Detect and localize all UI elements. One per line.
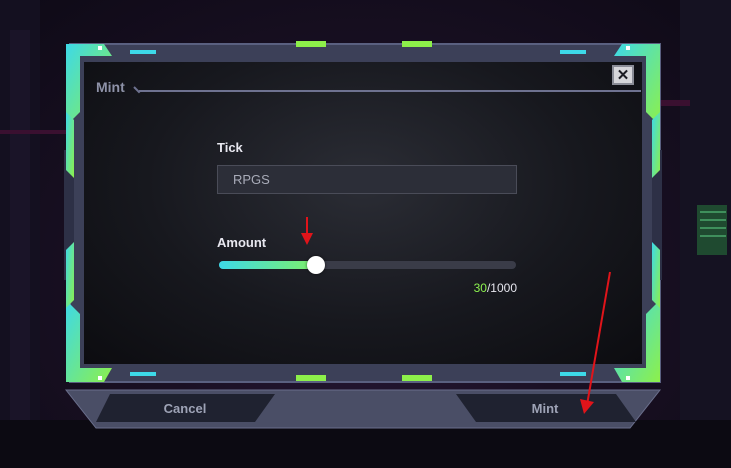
close-icon: ✕ — [616, 66, 630, 84]
amount-slider-fill — [219, 261, 316, 269]
amount-slider-thumb[interactable] — [306, 256, 325, 274]
amount-readout: 30/1000 — [474, 281, 517, 295]
tick-label: Tick — [217, 140, 243, 155]
amount-slider[interactable] — [219, 256, 516, 274]
amount-current: 30 — [473, 281, 487, 295]
amount-max: /1000 — [486, 281, 517, 295]
dialog-panel — [84, 62, 642, 364]
close-button[interactable]: ✕ — [612, 65, 634, 85]
dialog-title: Mint — [96, 79, 125, 95]
mint-button[interactable]: Mint — [470, 401, 620, 416]
cancel-button[interactable]: Cancel — [110, 401, 260, 416]
title-divider — [139, 90, 641, 92]
tick-input[interactable] — [217, 165, 517, 194]
amount-label: Amount — [217, 235, 267, 250]
